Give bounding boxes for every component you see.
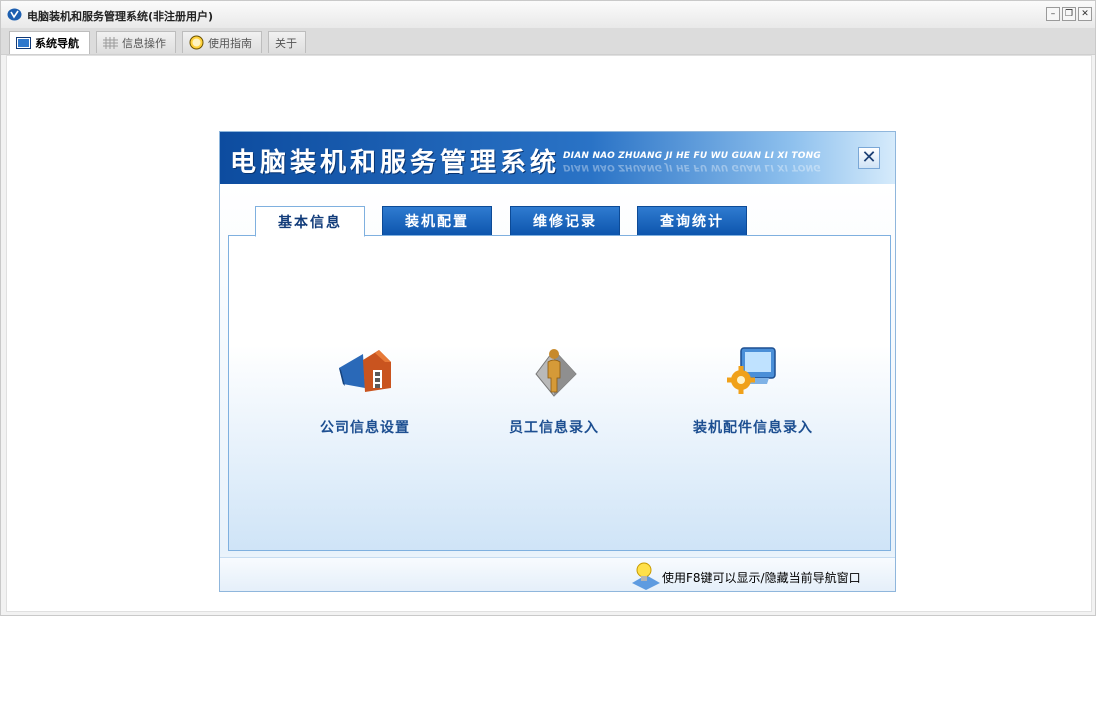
tab-strip: 系统导航 信息操作 使用指南 关于 [1, 28, 1095, 55]
tab-label: 信息操作 [122, 36, 166, 50]
navigation-panel: 电脑装机和服务管理系统 DIAN NAO ZHUANG JI HE FU WU … [219, 131, 896, 592]
lightbulb-icon [632, 562, 660, 590]
computer-gear-icon [727, 347, 776, 394]
grid-icon [103, 36, 118, 49]
nav-pinyin-caption: DIAN NAO ZHUANG JI HE FU WU GUAN LI XI T… [563, 151, 821, 161]
category-tab-basic-info[interactable]: 基本信息 [255, 206, 365, 237]
nav-item-label: 员工信息录入 [509, 420, 599, 436]
category-tab-query-stats[interactable]: 查询统计 [637, 206, 747, 236]
tab-info-operation[interactable]: 信息操作 [96, 31, 176, 53]
nav-close-button[interactable]: ✕ [858, 147, 880, 169]
window-controls: – ❐ ✕ [1046, 7, 1092, 21]
nav-title: 电脑装机和服务管理系统 [230, 148, 561, 178]
f8-tip-text: 使用F8键可以显示/隐藏当前导航窗口 [662, 571, 861, 585]
nav-item-company-info[interactable]: 公司信息设置 [285, 344, 445, 437]
title-bar: 电脑装机和服务管理系统(非注册用户) – ❐ ✕ [1, 1, 1095, 29]
tab-label: 使用指南 [208, 36, 252, 50]
tab-user-guide[interactable]: 使用指南 [182, 31, 262, 53]
nav-item-employee-info[interactable]: 员工信息录入 [474, 344, 634, 437]
tab-label: 关于 [275, 36, 297, 50]
category-tab-assembly-config[interactable]: 装机配置 [382, 206, 492, 236]
company-book-icon [339, 350, 391, 392]
tab-about[interactable]: 关于 [268, 31, 306, 53]
nav-footer: 使用F8键可以显示/隐藏当前导航窗口 [220, 557, 895, 591]
app-logo-icon [7, 8, 22, 21]
clock-icon [189, 35, 204, 50]
nav-item-label: 装机配件信息录入 [693, 420, 813, 436]
category-panel: 公司信息设置 员工信息录入 装机配件信息录入 [228, 235, 891, 551]
nav-item-parts-info[interactable]: 装机配件信息录入 [673, 344, 833, 437]
nav-header: 电脑装机和服务管理系统 DIAN NAO ZHUANG JI HE FU WU … [220, 132, 895, 184]
monitor-icon [16, 37, 31, 49]
employee-figure-icon [535, 349, 577, 397]
nav-pinyin-reflection: DIAN NAO ZHUANG JI HE FU WU GUAN LI XI T… [563, 162, 821, 172]
restore-button[interactable]: ❐ [1062, 7, 1076, 21]
nav-body: 基本信息 装机配置 维修记录 查询统计 公司信息设置 员工信息录入 装机配件信息… [220, 184, 895, 554]
close-button[interactable]: ✕ [1078, 7, 1092, 21]
tab-system-nav[interactable]: 系统导航 [9, 31, 90, 54]
minimize-button[interactable]: – [1046, 7, 1060, 21]
category-tab-repair-records[interactable]: 维修记录 [510, 206, 620, 236]
tab-label: 系统导航 [35, 37, 79, 50]
nav-item-label: 公司信息设置 [320, 420, 410, 436]
window-title: 电脑装机和服务管理系统(非注册用户) [27, 10, 214, 23]
